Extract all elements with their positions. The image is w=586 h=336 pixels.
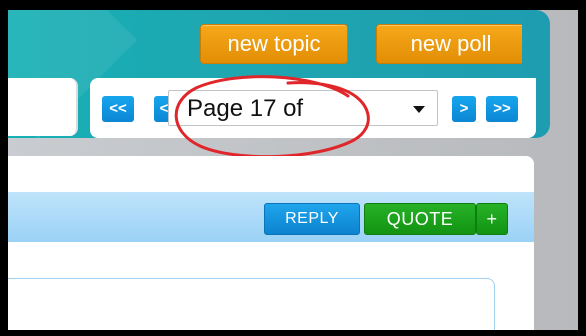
last-page-button[interactable]: >> — [486, 96, 518, 122]
pagination-bar: << < Page 17 of > >> — [90, 78, 536, 138]
post-body — [8, 278, 495, 330]
multi-quote-button[interactable]: + — [476, 203, 508, 235]
reply-button[interactable]: REPLY — [264, 203, 360, 235]
forum-viewport: new topic new poll << < Page 17 of > >> … — [8, 10, 578, 330]
page-select-dropdown[interactable]: Page 17 of — [168, 90, 438, 126]
next-page-button[interactable]: > — [452, 96, 476, 122]
chevron-down-icon — [413, 106, 425, 113]
header-left-panel — [8, 78, 78, 136]
new-poll-button[interactable]: new poll — [376, 24, 526, 64]
first-page-button[interactable]: << — [102, 96, 134, 122]
quote-button[interactable]: QUOTE — [364, 203, 476, 235]
new-topic-button[interactable]: new topic — [200, 24, 348, 64]
post-panel: REPLY QUOTE + — [8, 156, 534, 330]
screenshot-frame: new topic new poll << < Page 17 of > >> … — [0, 0, 586, 336]
page-select-value: Page 17 of — [187, 95, 304, 122]
post-action-bar: REPLY QUOTE + — [8, 192, 534, 242]
